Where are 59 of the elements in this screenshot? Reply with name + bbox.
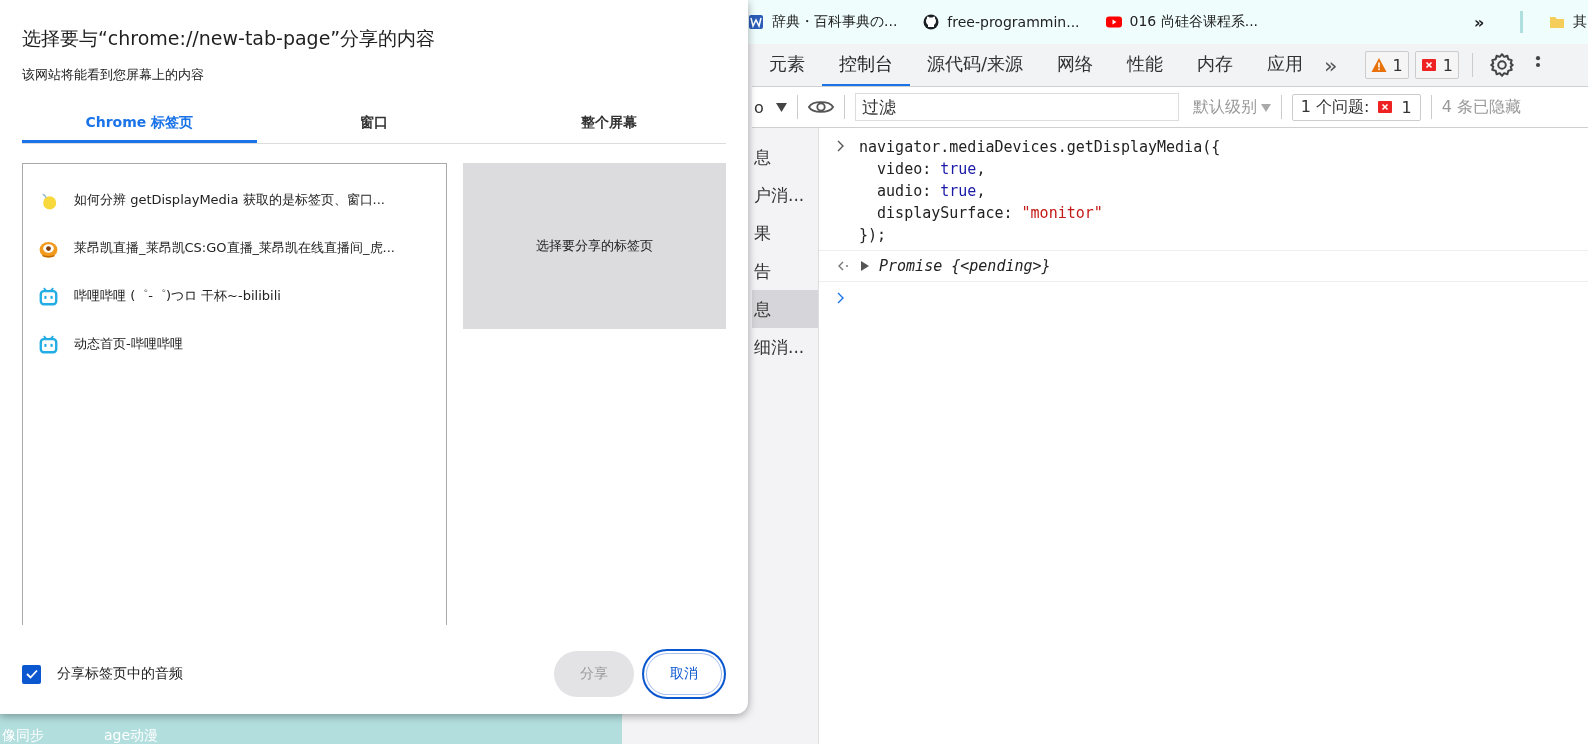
tv-icon <box>39 334 58 354</box>
result-arrow-icon <box>837 260 851 272</box>
expand-icon[interactable] <box>861 261 869 271</box>
code-line: audio: true, <box>876 181 987 202</box>
prompt-chevron-icon[interactable] <box>837 292 845 304</box>
preview-hint: 选择要分享的标签页 <box>536 237 653 255</box>
sidebar-item[interactable]: 告 <box>752 252 818 290</box>
sidebar-item[interactable]: 细消... <box>752 328 818 366</box>
source-tab[interactable]: 整个屏幕 <box>491 104 726 143</box>
filter-field[interactable]: 过滤 <box>854 93 1179 121</box>
tab-item[interactable]: 动态首页-哔哩哔哩 <box>23 320 446 368</box>
devtools-tab[interactable]: 内存 <box>1180 44 1251 86</box>
hidden-count: 4 条已隐藏 <box>1441 96 1521 118</box>
bookmark[interactable]: free-programmin... <box>923 14 1080 30</box>
dropdown-icon <box>1260 103 1271 112</box>
sidebar-item[interactable]: 息 <box>752 138 818 176</box>
devtools-tab[interactable]: 元素 <box>752 44 822 86</box>
more-tabs-button[interactable]: » <box>1324 44 1338 86</box>
dropdown-icon[interactable] <box>775 102 787 112</box>
play-icon <box>1105 14 1122 30</box>
error-icon <box>1420 57 1437 73</box>
sidebar-item[interactable]: 户消... <box>752 176 818 214</box>
error-icon <box>1377 99 1394 115</box>
code-line: displaySurface: "monitor" <box>876 203 1104 224</box>
input-chevron-icon <box>837 140 845 152</box>
bookmark-folder[interactable]: 其 <box>1549 13 1588 31</box>
source-tab[interactable]: 窗口 <box>256 104 492 143</box>
sidebar-item[interactable]: 果 <box>752 214 818 252</box>
warning-count[interactable]: 1 <box>1364 51 1409 79</box>
code-line: video: true, <box>876 159 987 180</box>
code-line: navigator.mediaDevices.getDisplayMedia({ <box>859 137 1221 158</box>
sidebar-item[interactable]: 息 <box>752 290 818 328</box>
error-count[interactable]: 1 <box>1414 51 1459 79</box>
tab-item[interactable]: 如何分辨 getDisplayMedia 获取的是标签页、窗口... <box>23 176 446 224</box>
warning-icon <box>1370 57 1387 73</box>
devtools-tab[interactable]: 应用 <box>1250 44 1321 86</box>
source-tab[interactable]: Chrome 标签页 <box>22 104 257 143</box>
result-text: Promise {<pending>} <box>879 257 1051 275</box>
audio-checkbox[interactable] <box>22 664 41 684</box>
eye-icon[interactable] <box>807 98 834 116</box>
code-line: }); <box>859 225 888 246</box>
folder-icon <box>1549 14 1566 30</box>
more-bookmarks-button[interactable]: » <box>1474 12 1485 32</box>
bookmark[interactable]: 016 尚硅谷课程系... <box>1105 13 1259 31</box>
dialog-subtitle: 该网站将能看到您屏幕上的内容 <box>22 66 205 84</box>
cancel-button[interactable]: 取消 <box>642 649 726 699</box>
dialog-title: 选择要与“chrome://new-tab-page”分享的内容 <box>22 26 437 51</box>
devtools-tab[interactable]: 网络 <box>1040 44 1111 86</box>
devtools-tab[interactable]: 源代码/来源 <box>910 44 1041 86</box>
tab-item[interactable]: 莱昂凯直播_莱昂凯CS:GO直播_莱昂凯在线直播间_虎... <box>23 224 446 272</box>
settings-icon[interactable] <box>1488 52 1515 78</box>
devtools-tab[interactable]: 性能 <box>1110 44 1181 86</box>
tab-item[interactable]: 哔哩哔哩 (゜-゜)つロ 干杯~-bilibili <box>23 272 446 320</box>
context-selector[interactable]: o <box>754 97 764 117</box>
audio-label: 分享标签页中的音频 <box>57 665 183 683</box>
check-icon <box>25 669 38 679</box>
bookmark[interactable]: 辞典・百科事典の... <box>748 13 898 31</box>
tv-icon <box>39 286 58 306</box>
issues-button[interactable]: 1 个问题: 1 <box>1291 93 1421 121</box>
